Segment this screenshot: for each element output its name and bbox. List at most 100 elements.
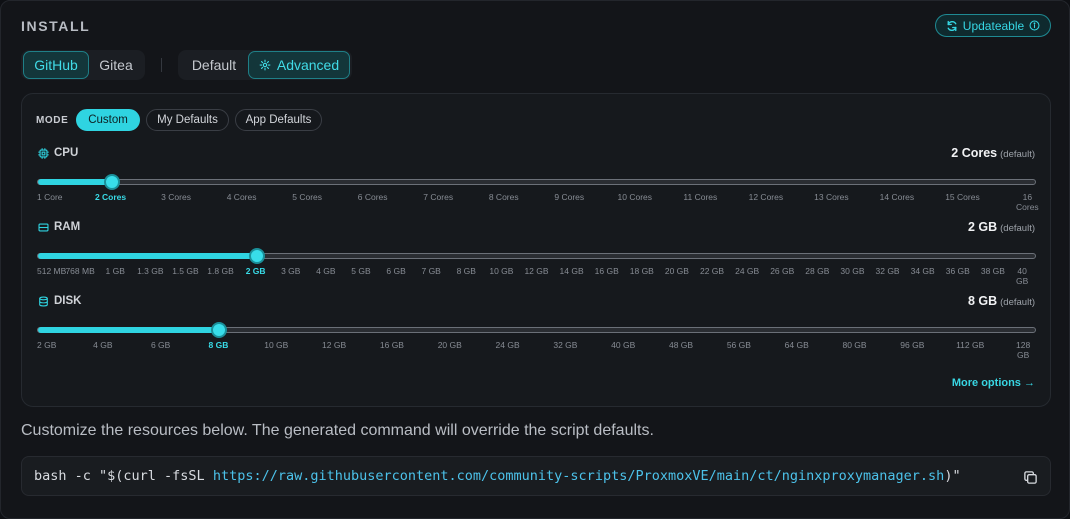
disk-tick-label: 32 GB: [553, 340, 578, 350]
info-icon: [1029, 20, 1040, 31]
command-prefix: bash -c "$(curl -fsSL: [34, 468, 213, 484]
tabs-divider: [161, 58, 162, 72]
disk-tick-label: 56 GB: [726, 340, 751, 350]
ram-slider-thumb[interactable]: [248, 248, 265, 264]
cpu-tick-label: 3 Cores: [161, 192, 191, 202]
ram-tick-label: 16 GB: [594, 266, 619, 276]
ram-tick-label: 1 GB: [105, 266, 125, 276]
cpu-value: 2 Cores (default): [951, 146, 1035, 160]
ram-slider[interactable]: [37, 248, 1036, 264]
cpu-slider[interactable]: [37, 174, 1036, 190]
ram-tick-label: 5 GB: [351, 266, 371, 276]
disk-tick-label: 80 GB: [842, 340, 867, 350]
command-url: https://raw.githubusercontent.com/commun…: [212, 468, 945, 484]
cpu-tick-label: 16 Cores: [1016, 192, 1039, 212]
description-text: Customize the resources below. The gener…: [21, 422, 654, 439]
disk-tick-label: 20 GB: [437, 340, 462, 350]
cpu-label: CPU: [38, 147, 78, 159]
ram-tick-label: 6 GB: [386, 266, 406, 276]
cpu-slider-fill: [38, 179, 114, 185]
disk-tick-label: 40 GB: [611, 340, 636, 350]
ram-tick-label: 512 MB: [37, 266, 67, 276]
ram-tick-label: 30 GB: [840, 266, 865, 276]
disk-tick-label: 4 GB: [93, 340, 113, 350]
cpu-tick-label: 8 Cores: [488, 192, 519, 202]
ram-tick-label: 10 GB: [489, 266, 514, 276]
cpu-default-note: (default): [1000, 149, 1035, 160]
ram-tick-label: 24 GB: [735, 266, 760, 276]
mode-app-defaults-button[interactable]: App Defaults: [235, 109, 322, 131]
copy-button[interactable]: [1020, 467, 1040, 487]
command-suffix: )": [944, 468, 961, 484]
ram-tick-label: 7 GB: [421, 266, 441, 276]
tab-default[interactable]: Default: [180, 51, 248, 79]
ram-tick-label: 1.8 GB: [207, 266, 234, 276]
ram-tick-label: 36 GB: [945, 266, 970, 276]
tab-gitea[interactable]: Gitea: [89, 51, 143, 79]
disk-icon: [39, 295, 48, 307]
refresh-icon: [947, 20, 957, 31]
disk-tick-label: 128 GB: [1016, 340, 1031, 360]
mode-custom-button[interactable]: Custom: [76, 109, 140, 131]
disk-slider-fill: [38, 327, 222, 333]
disk-label-text: DISK: [54, 295, 82, 307]
disk-tick-label: 16 GB: [379, 340, 404, 350]
mode-my-defaults-button[interactable]: My Defaults: [146, 109, 229, 131]
source-tabs: GitHub Gitea: [21, 50, 145, 80]
cpu-tick-label: 14 Cores: [879, 192, 915, 202]
disk-tick-label: 24 GB: [495, 340, 520, 350]
command-text[interactable]: bash -c "$(curl -fsSL https://raw.github…: [34, 468, 961, 484]
ram-tick-label: 34 GB: [910, 266, 935, 276]
disk-tick-label: 2 GB: [37, 340, 57, 350]
ram-tick-label: 26 GB: [770, 266, 795, 276]
cpu-value-text: 2 Cores: [951, 146, 998, 160]
tab-github-label: GitHub: [34, 57, 78, 73]
tab-advanced-label: Advanced: [276, 57, 340, 73]
install-title: INSTALL: [21, 18, 91, 34]
ram-tick-label: 768 MB: [65, 266, 95, 276]
ram-tick-label: 12 GB: [524, 266, 549, 276]
ram-slider-fill: [38, 253, 259, 259]
disk-tick-label: 10 GB: [264, 340, 289, 350]
ram-tick-label: 38 GB: [980, 266, 1005, 276]
ram-tick-label: 4 GB: [316, 266, 336, 276]
more-options-link[interactable]: More options →: [952, 377, 1035, 389]
disk-value: 8 GB (default): [968, 294, 1035, 308]
more-options-label: More options: [951, 377, 1021, 389]
tab-advanced[interactable]: Advanced: [248, 51, 350, 79]
cpu-tick-label: 6 Cores: [357, 192, 388, 202]
disk-tick-label: 48 GB: [668, 340, 694, 350]
disk-tick-label: 12 GB: [322, 340, 347, 350]
updateable-label: Updateable: [962, 18, 1025, 33]
cpu-tick-label: 12 Cores: [748, 192, 784, 202]
tab-github[interactable]: GitHub: [23, 51, 89, 79]
disk-slider-thumb[interactable]: [211, 322, 228, 338]
disk-default-note: (default): [1000, 297, 1035, 308]
copy-icon: [1023, 470, 1037, 484]
mode-label: MODE: [36, 115, 69, 126]
disk-tick-label: 96 GB: [900, 340, 925, 350]
ram-tick-label: 32 GB: [875, 266, 900, 276]
ram-tick-label: 28 GB: [805, 266, 830, 276]
cpu-tick-label: 4 Cores: [226, 192, 257, 202]
disk-tick-label: 6 GB: [150, 340, 171, 350]
ram-value: 2 GB (default): [968, 220, 1035, 234]
cpu-tick-label: 2 Cores: [94, 192, 127, 202]
disk-tick-label: 112 GB: [956, 340, 985, 350]
install-panel: INSTALL Updateable GitHub Gitea Default …: [0, 0, 1070, 519]
resources-card: MODE Custom My Defaults App Defaults CPU…: [21, 93, 1051, 407]
updateable-badge[interactable]: Updateable: [935, 14, 1051, 37]
ram-tick-label: 1.3 GB: [137, 266, 164, 276]
cpu-tick-label: 15 Cores: [945, 192, 980, 202]
disk-slider[interactable]: [37, 322, 1036, 338]
ram-default-note: (default): [1000, 223, 1035, 234]
disk-value-text: 8 GB: [967, 294, 998, 308]
command-box: bash -c "$(curl -fsSL https://raw.github…: [21, 456, 1051, 496]
ram-label: RAM: [38, 221, 80, 233]
cpu-slider-thumb[interactable]: [103, 174, 120, 190]
ram-icon: [38, 223, 49, 231]
ram-tick-label: 18 GB: [629, 266, 654, 276]
ram-label-text: RAM: [54, 221, 81, 233]
ram-tick-label: 22 GB: [699, 266, 725, 276]
ram-tick-label: 8 GB: [456, 266, 476, 276]
